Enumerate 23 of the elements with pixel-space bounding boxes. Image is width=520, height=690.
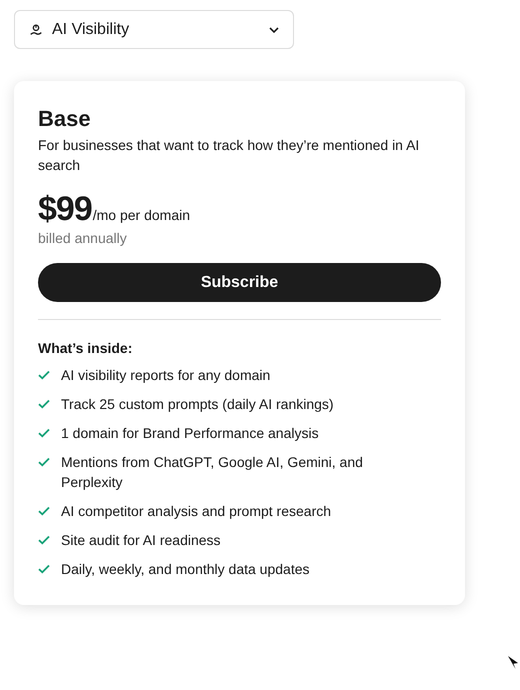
- product-dropdown[interactable]: AI Visibility: [14, 10, 294, 49]
- feature-text: Track 25 custom prompts (daily AI rankings): [61, 395, 335, 414]
- chevron-down-icon: [269, 26, 279, 32]
- feature-text: Site audit for AI readiness: [61, 531, 222, 550]
- check-icon: [38, 564, 50, 574]
- features-heading: What’s inside:: [38, 339, 134, 358]
- feature-text: Mentions from ChatGPT, Google AI, Gemini, and Perplexity: [61, 453, 364, 492]
- billing-note: billed annually: [38, 229, 128, 247]
- price-unit: /mo per domain: [92, 207, 190, 223]
- check-icon: [38, 506, 50, 516]
- feature-text: Daily, weekly, and monthly data updates: [61, 560, 311, 579]
- check-icon: [38, 457, 50, 467]
- check-icon: [38, 535, 50, 545]
- feature-text: AI competitor analysis and prompt research: [61, 502, 332, 521]
- check-icon: [38, 428, 50, 438]
- plan-title: Base: [38, 105, 92, 133]
- check-icon: [38, 399, 50, 409]
- plan-description: For businesses that want to track how they’re mentioned in AI search: [38, 136, 420, 175]
- feature-text: 1 domain for Brand Performance analysis: [61, 424, 320, 443]
- feature-text: AI visibility reports for any domain: [61, 366, 272, 385]
- subscribe-button[interactable]: Subscribe: [38, 263, 441, 302]
- check-icon: [38, 370, 50, 380]
- price: $99: [38, 189, 92, 229]
